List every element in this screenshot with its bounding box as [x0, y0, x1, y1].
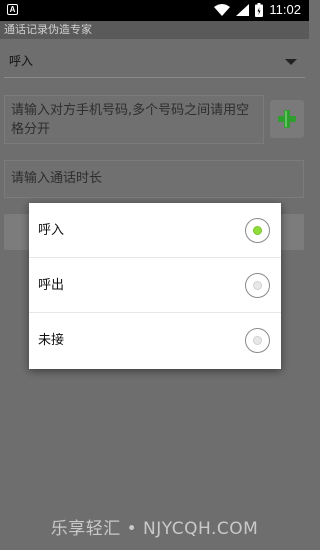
option-label: 呼出	[38, 278, 65, 293]
clock: 11:02	[269, 2, 301, 17]
option-label: 呼入	[38, 223, 65, 238]
notification-a-icon: A	[7, 4, 18, 15]
radio-dot	[253, 336, 262, 345]
radio-dot	[253, 281, 262, 290]
option-label: 未接	[38, 333, 65, 348]
radio-button[interactable]	[245, 273, 270, 298]
call-type-spinner[interactable]: 呼入	[4, 44, 305, 78]
call-type-dialog: 呼入 呼出 未接	[29, 203, 281, 369]
app-title: 通话记录伪造专家	[0, 21, 309, 39]
signal-icon	[236, 3, 250, 16]
option-missed[interactable]: 未接	[29, 313, 281, 368]
status-icons: 11:02	[214, 2, 301, 17]
option-outgoing[interactable]: 呼出	[29, 258, 281, 313]
phone-number-input[interactable]: 请输入对方手机号码,多个号码之间请用空格分开	[4, 95, 264, 144]
option-incoming[interactable]: 呼入	[29, 203, 281, 258]
radio-button-checked[interactable]	[245, 218, 270, 243]
add-icon	[278, 110, 296, 128]
battery-icon	[255, 2, 264, 17]
call-duration-input[interactable]: 请输入通话时长	[4, 160, 304, 198]
status-bar: A 11:02	[0, 0, 309, 21]
add-contact-button[interactable]	[270, 100, 304, 138]
radio-button[interactable]	[245, 328, 270, 353]
spinner-value: 呼入	[9, 54, 34, 68]
wifi-icon	[214, 3, 231, 16]
watermark: 乐享轻汇 • NJYCQH.COM	[50, 519, 259, 539]
dropdown-arrow-icon	[285, 59, 297, 65]
radio-dot	[253, 226, 262, 235]
